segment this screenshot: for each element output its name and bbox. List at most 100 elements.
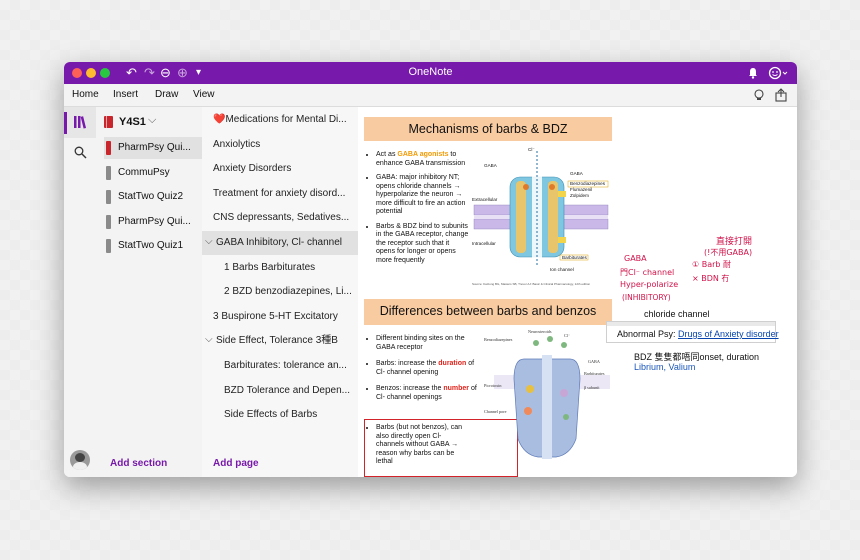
diagram-label: GABA (484, 163, 498, 168)
diagram-label: Zolpidem (570, 193, 589, 198)
ink-note[interactable]: (INHIBITORY) (622, 293, 671, 302)
bullet: Act as GABA agonists to enhance GABA tra… (376, 151, 470, 168)
page-item[interactable]: CNS depressants, Sedatives... (202, 206, 358, 230)
section-color-tab (106, 214, 111, 229)
ink-note[interactable]: ① Barb 耐 (692, 259, 731, 270)
ribbon-tabs: Home Insert Draw View (64, 84, 797, 107)
page-item[interactable]: Side Effects of Barbs (202, 403, 358, 427)
navigation-rail (64, 107, 97, 477)
page-label: Barbiturates: tolerance an... (224, 360, 347, 371)
chevron-down-icon[interactable]: ⌵ (205, 329, 213, 352)
page-item[interactable]: 2 BZD benzodiazepines, Li... (202, 280, 358, 304)
tab-view[interactable]: View (193, 89, 215, 100)
diagram-label: Benzodiazepines (570, 181, 606, 186)
notebooks-button[interactable] (64, 107, 96, 138)
page-item[interactable]: BZD Tolerance and Depen... (202, 379, 358, 403)
note-text[interactable]: Librium, Valium (634, 362, 695, 372)
page-label: Side Effects of Barbs (224, 409, 318, 421)
section-color-tab (106, 165, 111, 180)
ink-note[interactable]: GABA (624, 254, 647, 263)
bullet: Barbs & BDZ bind to subunits in the GABA… (376, 223, 470, 266)
avatar[interactable] (70, 450, 90, 470)
diagram-label: Picrotoxin (484, 383, 502, 388)
section-color-tab (106, 190, 111, 204)
note-text: Abnormal Psy: Drugs of Anxiety disorder (617, 329, 779, 339)
add-section-button[interactable]: Add section (110, 458, 167, 469)
note-container[interactable]: Abnormal Psy: Drugs of Anxiety disorder (606, 321, 779, 343)
page-item[interactable]: Anxiolytics (202, 133, 358, 157)
page-label: 3 Buspirone 5-HT Excitatory (213, 310, 338, 322)
diagram-label: Ion channel (550, 267, 574, 272)
ink-note[interactable]: (!不用GABA) (704, 247, 752, 258)
diagram-label: Intracellular (472, 241, 496, 246)
sections-pane: Y4S1 ⌵ PharmPsy Qui... CommuPsy StatTwo Qu… (96, 107, 202, 477)
bullet: GABA: major inhibitory NT; opens chlorid… (376, 174, 470, 217)
lightbulb-icon[interactable] (752, 88, 766, 102)
diagram-label: GABA (588, 359, 600, 364)
bullet: Barbs (but not benzos), can also directl… (376, 424, 464, 467)
page-label: ❤️Medications for Mental Di... (213, 114, 347, 125)
search-icon[interactable] (74, 146, 87, 159)
page-item[interactable]: Anxiety Disorders (202, 157, 358, 181)
diagram-label: Cl⁻ (528, 147, 535, 152)
page-item[interactable]: Treatment for anxiety disord... (202, 182, 358, 206)
slide-mechanisms[interactable]: Mechanisms of barbs & BDZ Act as GABA ag… (364, 115, 612, 291)
add-page-button[interactable]: Add page (213, 458, 259, 469)
diagram-label: Cl⁻ (564, 333, 570, 338)
slide-title: Mechanisms of barbs & BDZ (364, 117, 612, 141)
diagram-label: Channel pore (484, 409, 507, 414)
note-text[interactable]: chloride channel (644, 309, 710, 319)
section-item[interactable]: CommuPsy (104, 162, 202, 184)
section-item[interactable]: PharmPsy Qui... (104, 137, 202, 159)
ink-note[interactable]: × BDN 冇 (692, 273, 729, 284)
section-item[interactable]: StatTwo Quiz2 (104, 186, 202, 208)
page-item[interactable]: ❤️Medications for Mental Di... (202, 108, 358, 132)
note-canvas[interactable]: Mechanisms of barbs & BDZ Act as GABA ag… (358, 107, 797, 477)
notebook-switcher[interactable]: Y4S1 ⌵ (104, 114, 194, 131)
page-label: Anxiolytics (213, 138, 261, 150)
notebooks-icon (74, 116, 87, 129)
slide-differences[interactable]: Differences between barbs and benzos Dif… (364, 295, 612, 477)
page-label: BZD Tolerance and Depen... (224, 384, 351, 396)
diagram-label: Extracellular (472, 197, 498, 202)
bell-icon[interactable] (748, 67, 758, 79)
section-color-tab (106, 239, 111, 253)
page-item[interactable]: ⌵ Side Effect, Tolerance 3種B (202, 329, 358, 353)
tab-insert[interactable]: Insert (113, 89, 138, 100)
link-drugs-anxiety[interactable]: Drugs of Anxiety disorder (678, 329, 779, 339)
diagram-label: Barbiturates (584, 371, 605, 376)
ink-note[interactable]: Hyper-polarize (620, 280, 678, 289)
section-color-tab (106, 141, 111, 155)
slide-bullets: Different binding sites on the GABA rece… (366, 335, 484, 408)
diagram-label: Flumazenil (570, 187, 592, 192)
section-item[interactable]: StatTwo Quiz1 (104, 235, 202, 257)
page-label: 1 Barbs Barbiturates (224, 261, 316, 273)
pages-pane: ❤️Medications for Mental Di... Anxiolytic… (202, 107, 359, 477)
gaba-receptor-diagram: GABA Cl⁻ GABA Benzodiazepines Flumazenil… (472, 147, 609, 286)
tab-draw[interactable]: Draw (155, 89, 178, 100)
section-label: StatTwo Quiz1 (118, 240, 184, 251)
account-icon[interactable] (768, 66, 788, 80)
page-item[interactable]: Barbiturates: tolerance an... (202, 354, 358, 378)
page-item[interactable]: 1 Barbs Barbiturates (202, 256, 358, 280)
tab-home[interactable]: Home (72, 89, 99, 100)
section-label: CommuPsy (118, 166, 170, 178)
notebook-name: Y4S1 (119, 116, 146, 128)
page-item[interactable]: 3 Buspirone 5-HT Excitatory (202, 305, 358, 329)
page-label: Side Effect, Tolerance 3種B (216, 335, 338, 347)
slide-bullets: Act as GABA agonists to enhance GABA tra… (366, 151, 470, 271)
onenote-window: ↶ ↷ ⊖ ⊕ ▾ OneNote Home Insert Draw View (64, 62, 797, 477)
ink-note[interactable]: 直接打開 (716, 234, 752, 247)
diagram-label: Benzodiazepines (484, 337, 513, 342)
diagram-label: GABA (570, 171, 584, 176)
section-item[interactable]: PharmPsy Qui... (104, 211, 202, 233)
page-item[interactable]: ⌵ GABA Inhibitory, Cl- channel (202, 231, 358, 255)
section-label: PharmPsy Qui... (118, 215, 191, 227)
chevron-down-icon[interactable]: ⌵ (205, 231, 213, 254)
ink-note[interactable]: 門Cl⁻ channel (620, 267, 674, 278)
diagram-label: Barbiturates (562, 255, 587, 260)
diagram-label: β subunit (584, 385, 600, 390)
share-icon[interactable] (774, 88, 788, 102)
slide-title: Differences between barbs and benzos (364, 299, 612, 325)
bullet: Benzos: increase the number of Cl- chann… (376, 385, 484, 402)
